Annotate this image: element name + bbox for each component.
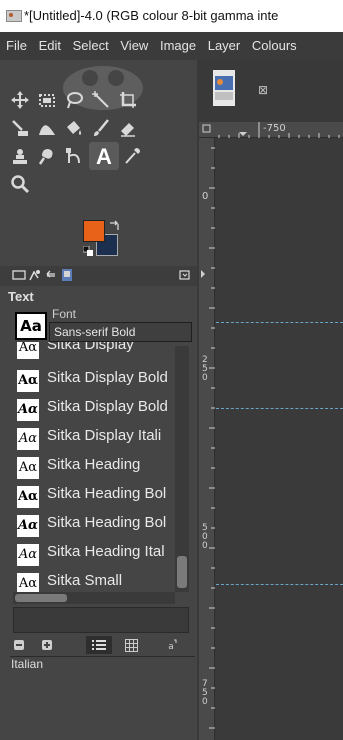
zoom-in-button[interactable] bbox=[34, 636, 60, 654]
canvas-guide-line[interactable] bbox=[216, 322, 343, 323]
image-tab-thumbnail[interactable] bbox=[213, 70, 235, 106]
font-list-item-label: Sitka Display bbox=[47, 342, 134, 353]
font-preview-icon: Aα bbox=[17, 370, 39, 392]
smudge-icon[interactable] bbox=[35, 144, 59, 168]
ruler-left-label: 500 bbox=[202, 523, 208, 551]
rescan-fonts-button[interactable]: a bbox=[158, 636, 184, 654]
font-label: Font bbox=[52, 307, 77, 321]
rect-select-icon[interactable] bbox=[35, 88, 59, 112]
font-preview-icon: Aα bbox=[17, 399, 39, 421]
font-preview-icon: Aα bbox=[17, 515, 39, 537]
font-list-item[interactable]: Aα Sitka Display Bold bbox=[11, 367, 175, 395]
clone-icon[interactable] bbox=[8, 144, 32, 168]
svg-text:A: A bbox=[96, 144, 112, 168]
fuzzy-select-icon[interactable] bbox=[89, 88, 113, 112]
menu-layer[interactable]: Layer bbox=[208, 38, 241, 53]
font-list-item-label: Sitka Heading Ital bbox=[47, 543, 165, 560]
font-preview-icon: Aα bbox=[17, 486, 39, 508]
font-list-item-label: Sitka Heading bbox=[47, 456, 141, 473]
view-as-grid-button[interactable] bbox=[118, 636, 144, 654]
paths-icon[interactable] bbox=[62, 144, 86, 168]
ruler-left-label: 250 bbox=[202, 355, 208, 383]
title-bar: *[Untitled]-4.0 (RGB colour 8-bit gamma … bbox=[0, 0, 343, 32]
font-list-item[interactable]: Aα Sitka Display Itali bbox=[11, 425, 175, 453]
images-tab-icon[interactable] bbox=[60, 268, 74, 282]
tool-options-tab-icon[interactable] bbox=[12, 268, 26, 282]
font-list-horizontal-scroll-thumb[interactable] bbox=[15, 594, 67, 602]
zoom-out-button[interactable] bbox=[6, 636, 32, 654]
zoom-out-icon bbox=[14, 640, 24, 650]
menu-view[interactable]: View bbox=[120, 38, 148, 53]
font-list-item[interactable]: Aα Sitka Heading Ital bbox=[11, 541, 175, 569]
font-list-item-label: Sitka Small bbox=[47, 572, 123, 589]
font-list-item[interactable]: Aα Sitka Heading bbox=[11, 454, 175, 482]
swap-colors-icon[interactable] bbox=[108, 220, 120, 232]
font-list-item-label: Sitka Display Bold bbox=[47, 369, 168, 386]
vertical-ruler[interactable] bbox=[199, 138, 215, 740]
dock-menu-icon[interactable] bbox=[178, 268, 192, 282]
canvas-guide-line[interactable] bbox=[216, 584, 343, 585]
font-list-item-label: Sitka Display Itali bbox=[47, 427, 162, 444]
svg-text:a: a bbox=[168, 642, 174, 652]
font-list-item[interactable]: Aα Sitka Display Bold bbox=[11, 396, 175, 424]
eraser-icon[interactable] bbox=[116, 116, 140, 140]
font-rescan-icon: a bbox=[168, 639, 177, 652]
font-list-item[interactable]: Aα Sitka Heading Bol bbox=[11, 512, 175, 540]
font-list-item[interactable]: Aα Sitka Display bbox=[11, 342, 175, 362]
tag-filter-input[interactable] bbox=[13, 607, 189, 633]
lasso-icon[interactable] bbox=[62, 88, 86, 112]
menu-edit[interactable]: Edit bbox=[39, 38, 61, 53]
color-picker-icon[interactable] bbox=[120, 144, 144, 168]
default-colors-icon[interactable] bbox=[83, 246, 93, 256]
font-status-text: Italian bbox=[11, 657, 44, 671]
font-panel-toolbar: a bbox=[0, 636, 197, 656]
font-list-item[interactable]: Aα Sitka Heading Bol bbox=[11, 483, 175, 511]
font-preview-button[interactable]: Aa bbox=[15, 312, 47, 340]
font-list-item-label: Sitka Heading Bol bbox=[47, 514, 167, 531]
paintbrush-icon[interactable] bbox=[89, 116, 113, 140]
ruler-left-label: 0 bbox=[202, 191, 209, 202]
zoom-icon[interactable] bbox=[8, 172, 32, 196]
font-list-item-label: Sitka Heading Bol bbox=[47, 485, 167, 502]
list-view-icon bbox=[92, 640, 106, 650]
canvas-guide-line[interactable] bbox=[216, 408, 343, 409]
font-name-input[interactable]: Sans-serif Bold bbox=[49, 322, 192, 342]
font-preview-icon: Aα bbox=[17, 544, 39, 566]
crop-icon[interactable] bbox=[116, 88, 140, 112]
font-list: Aα Sitka Display Aα Sitka Display Bold A… bbox=[11, 342, 175, 602]
menu-file[interactable]: File bbox=[6, 38, 27, 53]
grid-view-icon bbox=[124, 638, 138, 652]
foreground-color-swatch[interactable] bbox=[83, 220, 105, 242]
font-list-item-label: Sitka Display Bold bbox=[47, 398, 168, 415]
image-canvas[interactable] bbox=[216, 138, 343, 740]
unified-transform-icon[interactable] bbox=[8, 116, 32, 140]
bucket-fill-icon[interactable] bbox=[62, 116, 86, 140]
menu-bar: File Edit Select View Image Layer Colour… bbox=[0, 32, 343, 60]
window-title: *[Untitled]-4.0 (RGB colour 8-bit gamma … bbox=[24, 8, 279, 23]
warp-transform-icon[interactable] bbox=[35, 116, 59, 140]
brushes-tab-icon[interactable] bbox=[28, 268, 42, 282]
font-preview-icon: Aα bbox=[17, 457, 39, 479]
menu-colours[interactable]: Colours bbox=[252, 38, 297, 53]
ruler-left-label: 750 bbox=[202, 679, 208, 707]
menu-image[interactable]: Image bbox=[160, 38, 196, 53]
move-icon[interactable] bbox=[8, 88, 32, 112]
image-thumbnail-icon bbox=[213, 70, 235, 106]
font-preview-icon: Aα bbox=[17, 342, 39, 359]
zoom-in-icon bbox=[42, 640, 52, 650]
font-preview-icon: Aα bbox=[17, 428, 39, 450]
gimp-app-icon bbox=[6, 10, 22, 22]
ruler-ticks bbox=[201, 147, 215, 729]
menu-select[interactable]: Select bbox=[73, 38, 109, 53]
undo-history-tab-icon[interactable] bbox=[44, 268, 58, 282]
text-icon[interactable]: A bbox=[89, 142, 119, 170]
view-as-list-button[interactable] bbox=[86, 636, 112, 654]
close-image-tab-icon[interactable]: ⊠ bbox=[258, 83, 268, 97]
ruler-top-label: -750 bbox=[263, 123, 286, 134]
font-list-vertical-scroll-thumb[interactable] bbox=[177, 556, 187, 588]
text-panel-title: Text bbox=[8, 289, 34, 304]
